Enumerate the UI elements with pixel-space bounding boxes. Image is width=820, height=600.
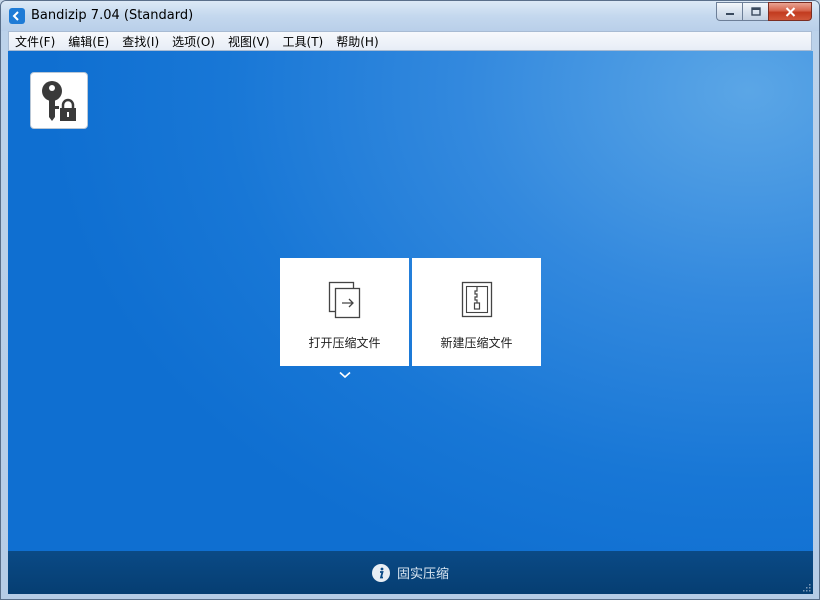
app-window: Bandizip 7.04 (Standard) 文件(F) 编辑(E) 查找(… <box>0 0 820 600</box>
info-icon <box>371 563 390 582</box>
menu-file[interactable]: 文件(F) <box>15 33 55 50</box>
main-area: 打开压缩文件 新建压缩文件 <box>8 51 813 551</box>
maximize-icon <box>750 7 761 16</box>
menu-options[interactable]: 选项(O) <box>172 33 215 50</box>
close-icon <box>785 6 795 17</box>
window-title: Bandizip 7.04 (Standard) <box>31 8 194 23</box>
menu-tools[interactable]: 工具(T) <box>283 33 324 50</box>
chevron-down-icon[interactable] <box>339 371 351 379</box>
open-archive-label: 打开压缩文件 <box>308 336 381 350</box>
menu-edit[interactable]: 编辑(E) <box>68 33 109 50</box>
bandizip-icon[interactable] <box>9 8 25 24</box>
minimize-icon <box>725 12 734 15</box>
password-manager-button[interactable] <box>30 72 88 129</box>
close-button[interactable] <box>768 2 812 21</box>
title-bar[interactable]: Bandizip 7.04 (Standard) <box>1 1 819 31</box>
window-controls <box>716 2 812 21</box>
new-archive-icon <box>461 281 492 318</box>
maximize-button[interactable] <box>742 2 768 21</box>
minimize-button[interactable] <box>716 2 742 21</box>
status-bar: 固实压缩 <box>8 551 813 594</box>
menu-find[interactable]: 查找(I) <box>122 33 159 50</box>
resize-grip-icon[interactable] <box>801 582 811 592</box>
open-archive-icon <box>328 281 360 319</box>
menu-bar: 文件(F) 编辑(E) 查找(I) 选项(O) 视图(V) 工具(T) 帮助(H… <box>8 31 812 51</box>
new-archive-button[interactable]: 新建压缩文件 <box>412 258 541 366</box>
new-archive-label: 新建压缩文件 <box>440 336 513 350</box>
key-lock-icon <box>42 80 76 121</box>
menu-view[interactable]: 视图(V) <box>228 33 270 50</box>
menu-help[interactable]: 帮助(H) <box>336 33 378 50</box>
status-text: 固实压缩 <box>396 567 449 582</box>
open-archive-button[interactable]: 打开压缩文件 <box>280 258 409 366</box>
